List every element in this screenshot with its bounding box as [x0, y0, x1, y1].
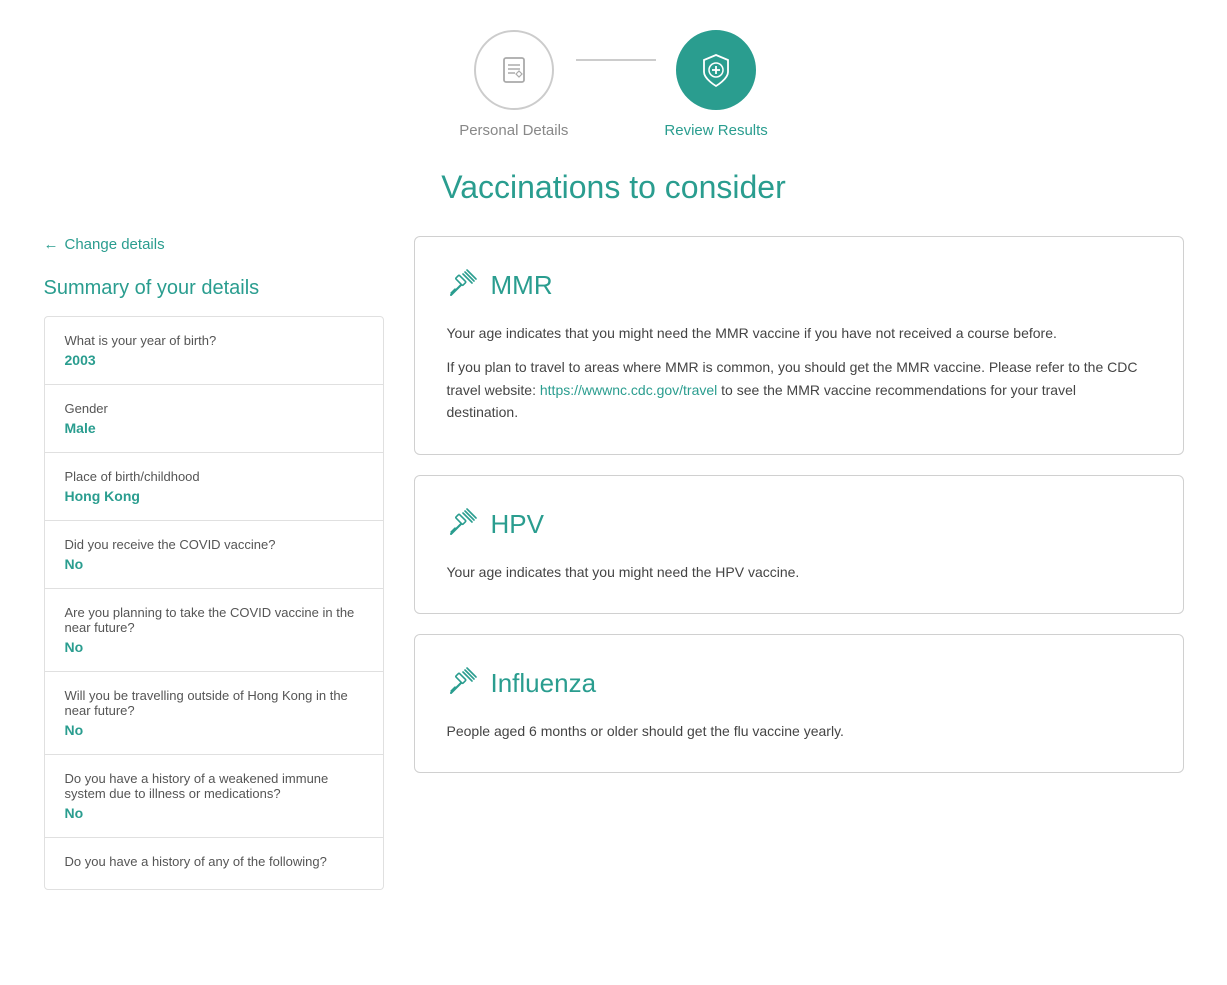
vaccine-body-mmr: Your age indicates that you might need t…	[447, 322, 1151, 424]
summary-item: Will you be travelling outside of Hong K…	[45, 672, 383, 755]
summary-item: Are you planning to take the COVID vacci…	[45, 589, 383, 672]
vaccine-name-influenza: Influenza	[491, 668, 597, 699]
summary-question: Did you receive the COVID vaccine?	[65, 537, 363, 552]
summary-answer: Hong Kong	[65, 488, 363, 504]
step-review-results: Review Results	[664, 30, 767, 139]
vaccine-card-influenza: Influenza People aged 6 months or older …	[414, 634, 1184, 773]
summary-question: Will you be travelling outside of Hong K…	[65, 688, 363, 718]
summary-answer: No	[65, 722, 363, 738]
summary-item: What is your year of birth? 2003	[45, 317, 383, 385]
summary-answer: No	[65, 805, 363, 821]
vaccine-card-hpv: HPV Your age indicates that you might ne…	[414, 475, 1184, 614]
main-layout: ← Change details Summary of your details…	[24, 236, 1204, 890]
vaccine-name-mmr: MMR	[491, 270, 553, 301]
vaccine-paragraph: If you plan to travel to areas where MMR…	[447, 356, 1151, 423]
change-details-label: Change details	[65, 236, 165, 253]
step-personal-details: Personal Details	[459, 30, 568, 139]
change-details-link[interactable]: ← Change details	[44, 236, 384, 253]
sidebar: ← Change details Summary of your details…	[44, 236, 384, 890]
summary-item: Gender Male	[45, 385, 383, 453]
vaccine-header-hpv: HPV	[447, 506, 1151, 543]
vaccines-section: MMR Your age indicates that you might ne…	[414, 236, 1184, 890]
summary-answer: 2003	[65, 352, 363, 368]
summary-answer: Male	[65, 420, 363, 436]
summary-title: Summary of your details	[44, 277, 384, 300]
vaccine-paragraph: Your age indicates that you might need t…	[447, 561, 1151, 583]
vaccine-body-influenza: People aged 6 months or older should get…	[447, 720, 1151, 742]
summary-question: Gender	[65, 401, 363, 416]
summary-question: Do you have a history of any of the foll…	[65, 854, 363, 869]
step-label-review: Review Results	[664, 122, 767, 139]
summary-item: Place of birth/childhood Hong Kong	[45, 453, 383, 521]
summary-answer: No	[65, 556, 363, 572]
arrow-left-icon: ←	[44, 236, 59, 253]
vaccine-card-mmr: MMR Your age indicates that you might ne…	[414, 236, 1184, 455]
vaccine-header-influenza: Influenza	[447, 665, 1151, 702]
step-label-personal: Personal Details	[459, 122, 568, 139]
step-circle-review	[676, 30, 756, 110]
syringe-icon	[447, 506, 479, 543]
vaccine-header-mmr: MMR	[447, 267, 1151, 304]
summary-item: Did you receive the COVID vaccine? No	[45, 521, 383, 589]
vaccine-paragraph: People aged 6 months or older should get…	[447, 720, 1151, 742]
syringe-icon	[447, 267, 479, 304]
summary-question: Are you planning to take the COVID vacci…	[65, 605, 363, 635]
summary-card: What is your year of birth? 2003 Gender …	[44, 316, 384, 890]
summary-item: Do you have a history of any of the foll…	[45, 838, 383, 889]
syringe-icon	[447, 665, 479, 702]
stepper: Personal Details Review Results	[0, 0, 1227, 149]
personal-details-icon	[496, 52, 532, 88]
page-title: Vaccinations to consider	[0, 169, 1227, 206]
step-circle-personal	[474, 30, 554, 110]
vaccine-link-mmr[interactable]: https://wwwnc.cdc.gov/travel	[540, 382, 717, 398]
summary-question: Place of birth/childhood	[65, 469, 363, 484]
vaccine-paragraph: Your age indicates that you might need t…	[447, 322, 1151, 344]
summary-question: Do you have a history of a weakened immu…	[65, 771, 363, 801]
vaccine-body-hpv: Your age indicates that you might need t…	[447, 561, 1151, 583]
summary-item: Do you have a history of a weakened immu…	[45, 755, 383, 838]
summary-answer: No	[65, 639, 363, 655]
step-connector	[576, 59, 656, 61]
vaccine-name-hpv: HPV	[491, 509, 544, 540]
summary-question: What is your year of birth?	[65, 333, 363, 348]
review-results-icon	[696, 50, 736, 90]
